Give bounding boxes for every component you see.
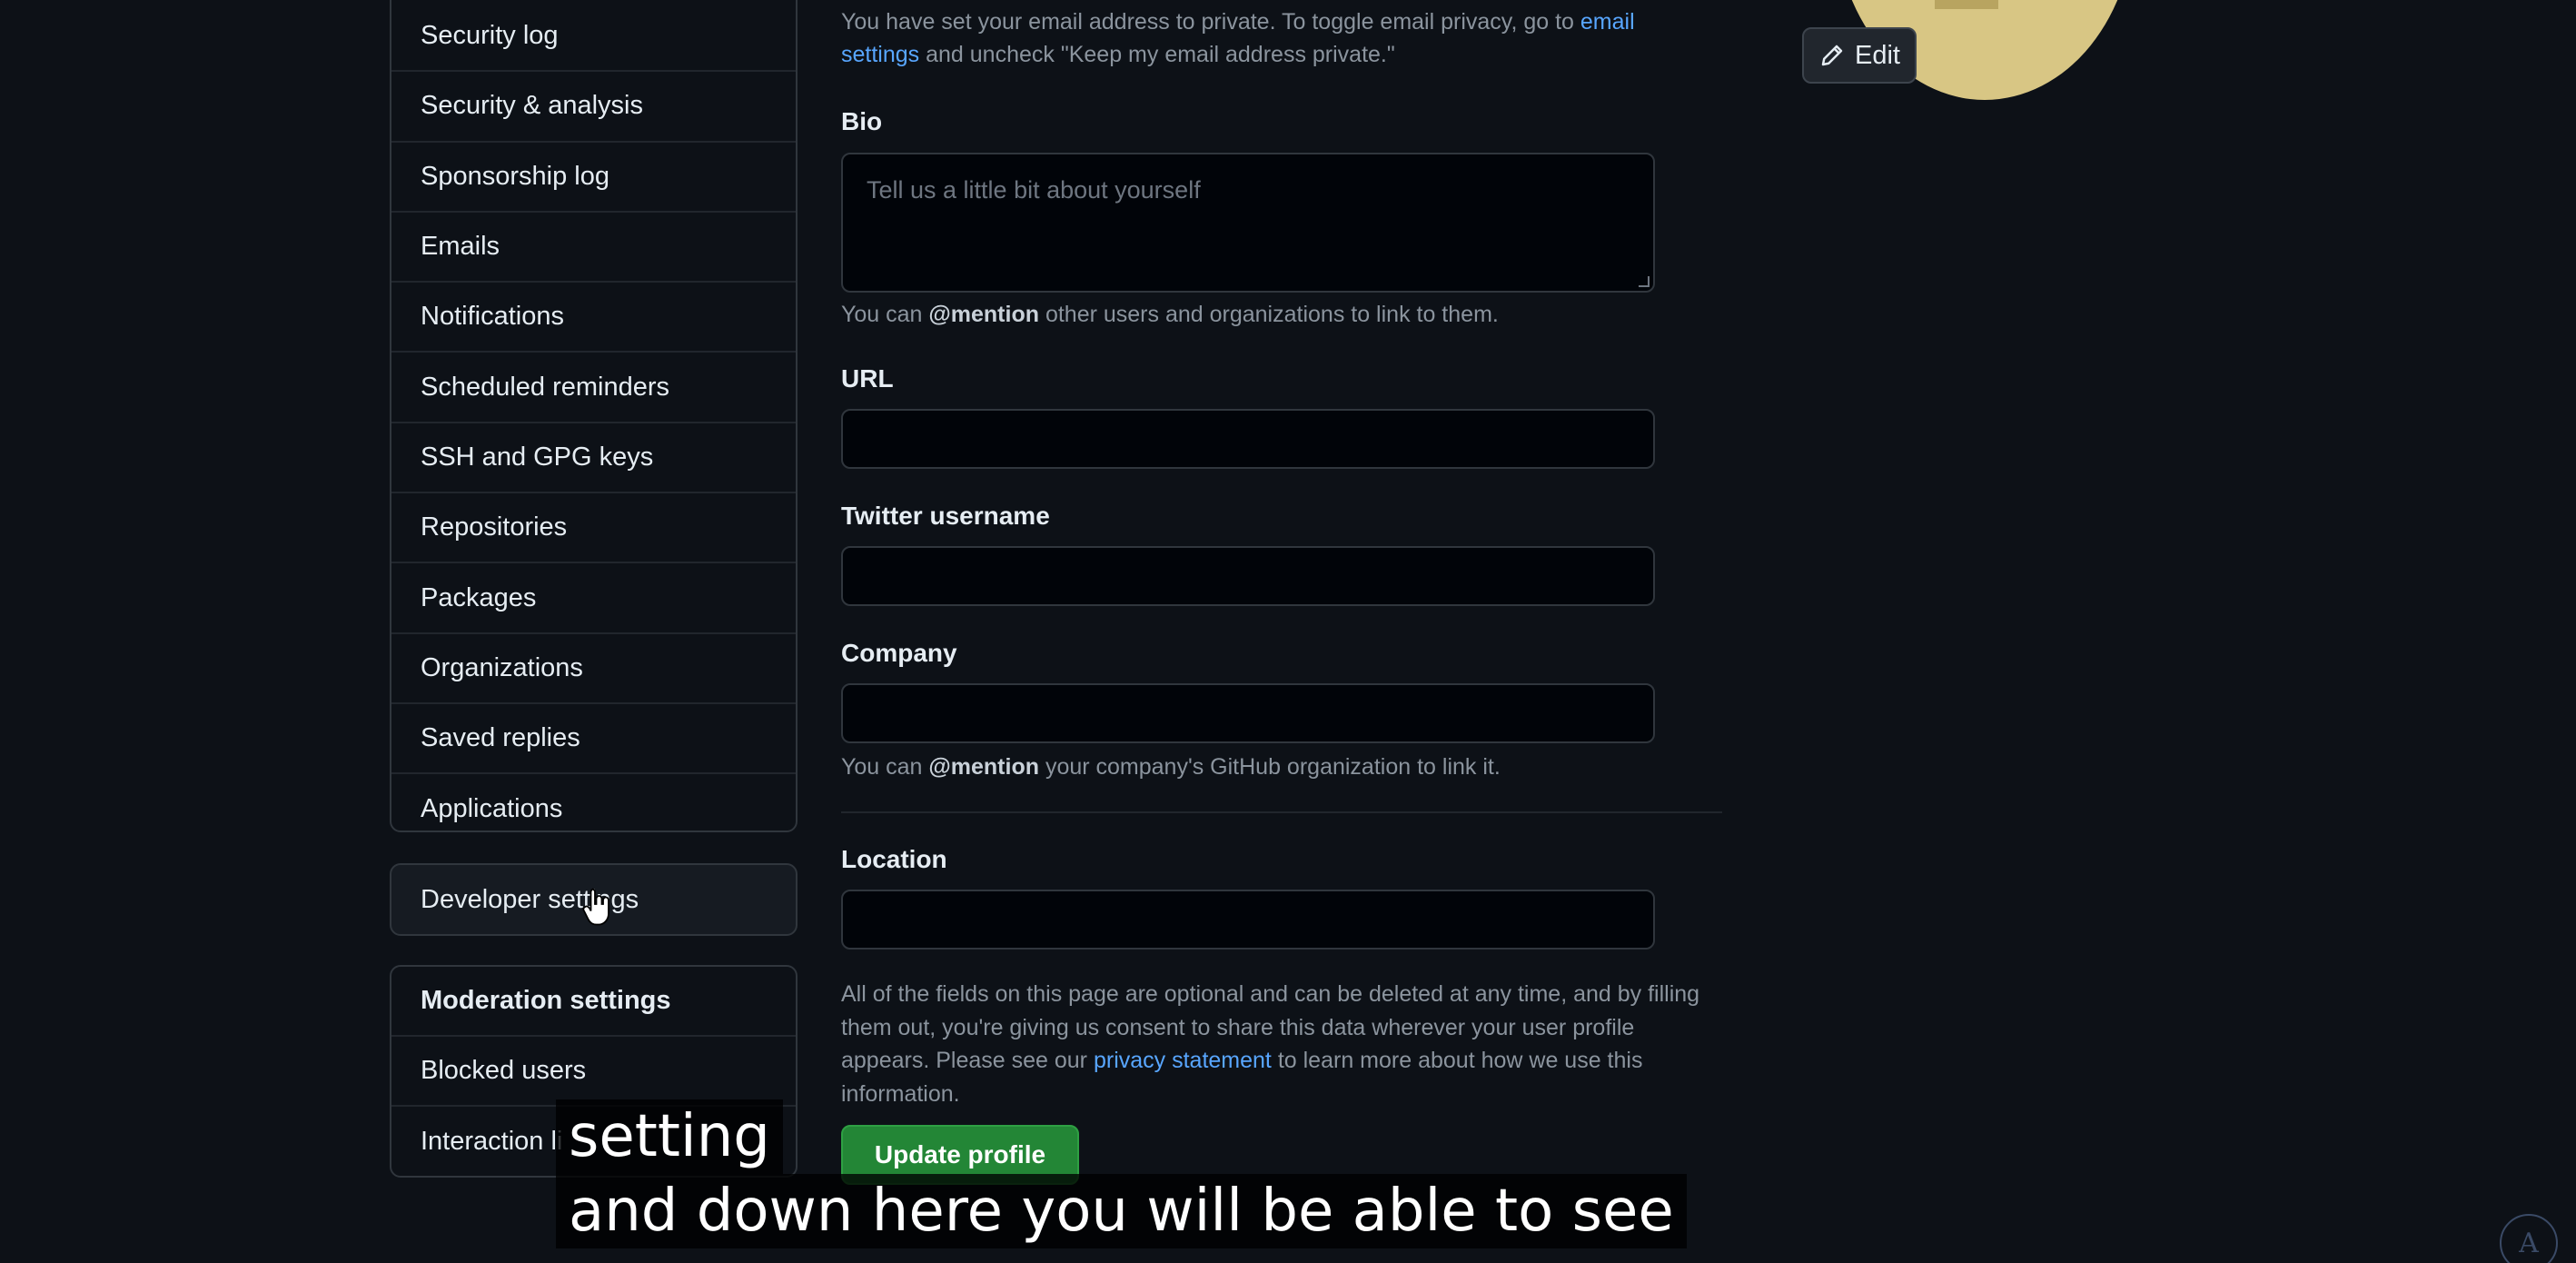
- edit-label: Edit: [1855, 40, 1900, 70]
- sidebar-item-sponsorship-log[interactable]: Sponsorship log: [391, 143, 796, 213]
- settings-sidebar: Security log Security & analysis Sponsor…: [390, 0, 798, 832]
- caption-line-2: and down here you will be able to see: [556, 1174, 1687, 1248]
- section-divider: [841, 811, 1722, 813]
- hand-cursor-icon: [582, 888, 609, 926]
- email-privacy-note: You have set your email address to priva…: [841, 5, 1677, 71]
- bio-hint: You can @mention other users and organiz…: [841, 302, 1499, 328]
- company-label: Company: [841, 639, 957, 667]
- edit-avatar-button[interactable]: Edit: [1802, 27, 1917, 84]
- company-hint-suffix: your company's GitHub organization to li…: [1039, 754, 1501, 780]
- company-hint: You can @mention your company's GitHub o…: [841, 754, 1501, 781]
- bio-hint-mention: @mention: [928, 302, 1039, 327]
- company-hint-prefix: You can: [841, 754, 929, 780]
- email-note-prefix: You have set your email address to priva…: [841, 9, 1580, 35]
- sidebar-item-security-analysis[interactable]: Security & analysis: [391, 72, 796, 143]
- sidebar-item-blocked-users[interactable]: Blocked users: [391, 1037, 796, 1107]
- watermark-letter: A: [2519, 1227, 2539, 1259]
- pencil-icon: [1821, 45, 1843, 66]
- profile-disclaimer: All of the fields on this page are optio…: [841, 978, 1713, 1110]
- company-input[interactable]: [841, 683, 1655, 743]
- location-label: Location: [841, 845, 947, 873]
- location-input[interactable]: [841, 890, 1655, 950]
- twitter-username-input[interactable]: [841, 546, 1655, 606]
- email-note-suffix: and uncheck "Keep my email address priva…: [919, 42, 1395, 67]
- sidebar-item-repositories[interactable]: Repositories: [391, 493, 796, 564]
- moderation-settings-header: Moderation settings: [391, 967, 796, 1037]
- sidebar-item-scheduled-reminders[interactable]: Scheduled reminders: [391, 353, 796, 423]
- caption-line-1: setting: [556, 1099, 783, 1174]
- sidebar-item-ssh-gpg-keys[interactable]: SSH and GPG keys: [391, 423, 796, 494]
- privacy-statement-link[interactable]: privacy statement: [1094, 1048, 1272, 1073]
- twitter-username-label: Twitter username: [841, 502, 1050, 530]
- avatar-pattern: [1935, 0, 1998, 9]
- url-input[interactable]: [841, 409, 1655, 469]
- bio-hint-prefix: You can: [841, 302, 929, 327]
- sidebar-item-emails[interactable]: Emails: [391, 213, 796, 283]
- resize-handle-icon[interactable]: [1639, 276, 1650, 287]
- bio-label: Bio: [841, 107, 883, 135]
- sidebar-item-applications[interactable]: Applications: [391, 774, 796, 830]
- url-label: URL: [841, 364, 894, 393]
- sidebar-item-packages[interactable]: Packages: [391, 563, 796, 634]
- watermark-logo: A: [2500, 1214, 2558, 1263]
- sidebar-item-notifications[interactable]: Notifications: [391, 283, 796, 353]
- bio-placeholder: Tell us a little bit about yourself: [867, 176, 1201, 204]
- bio-hint-suffix: other users and organizations to link to…: [1039, 302, 1499, 327]
- company-hint-mention: @mention: [928, 754, 1039, 780]
- sidebar-item-saved-replies[interactable]: Saved replies: [391, 704, 796, 775]
- sidebar-item-security-log[interactable]: Security log: [391, 2, 796, 73]
- sidebar-item-organizations[interactable]: Organizations: [391, 634, 796, 704]
- bio-textarea[interactable]: Tell us a little bit about yourself: [841, 153, 1655, 293]
